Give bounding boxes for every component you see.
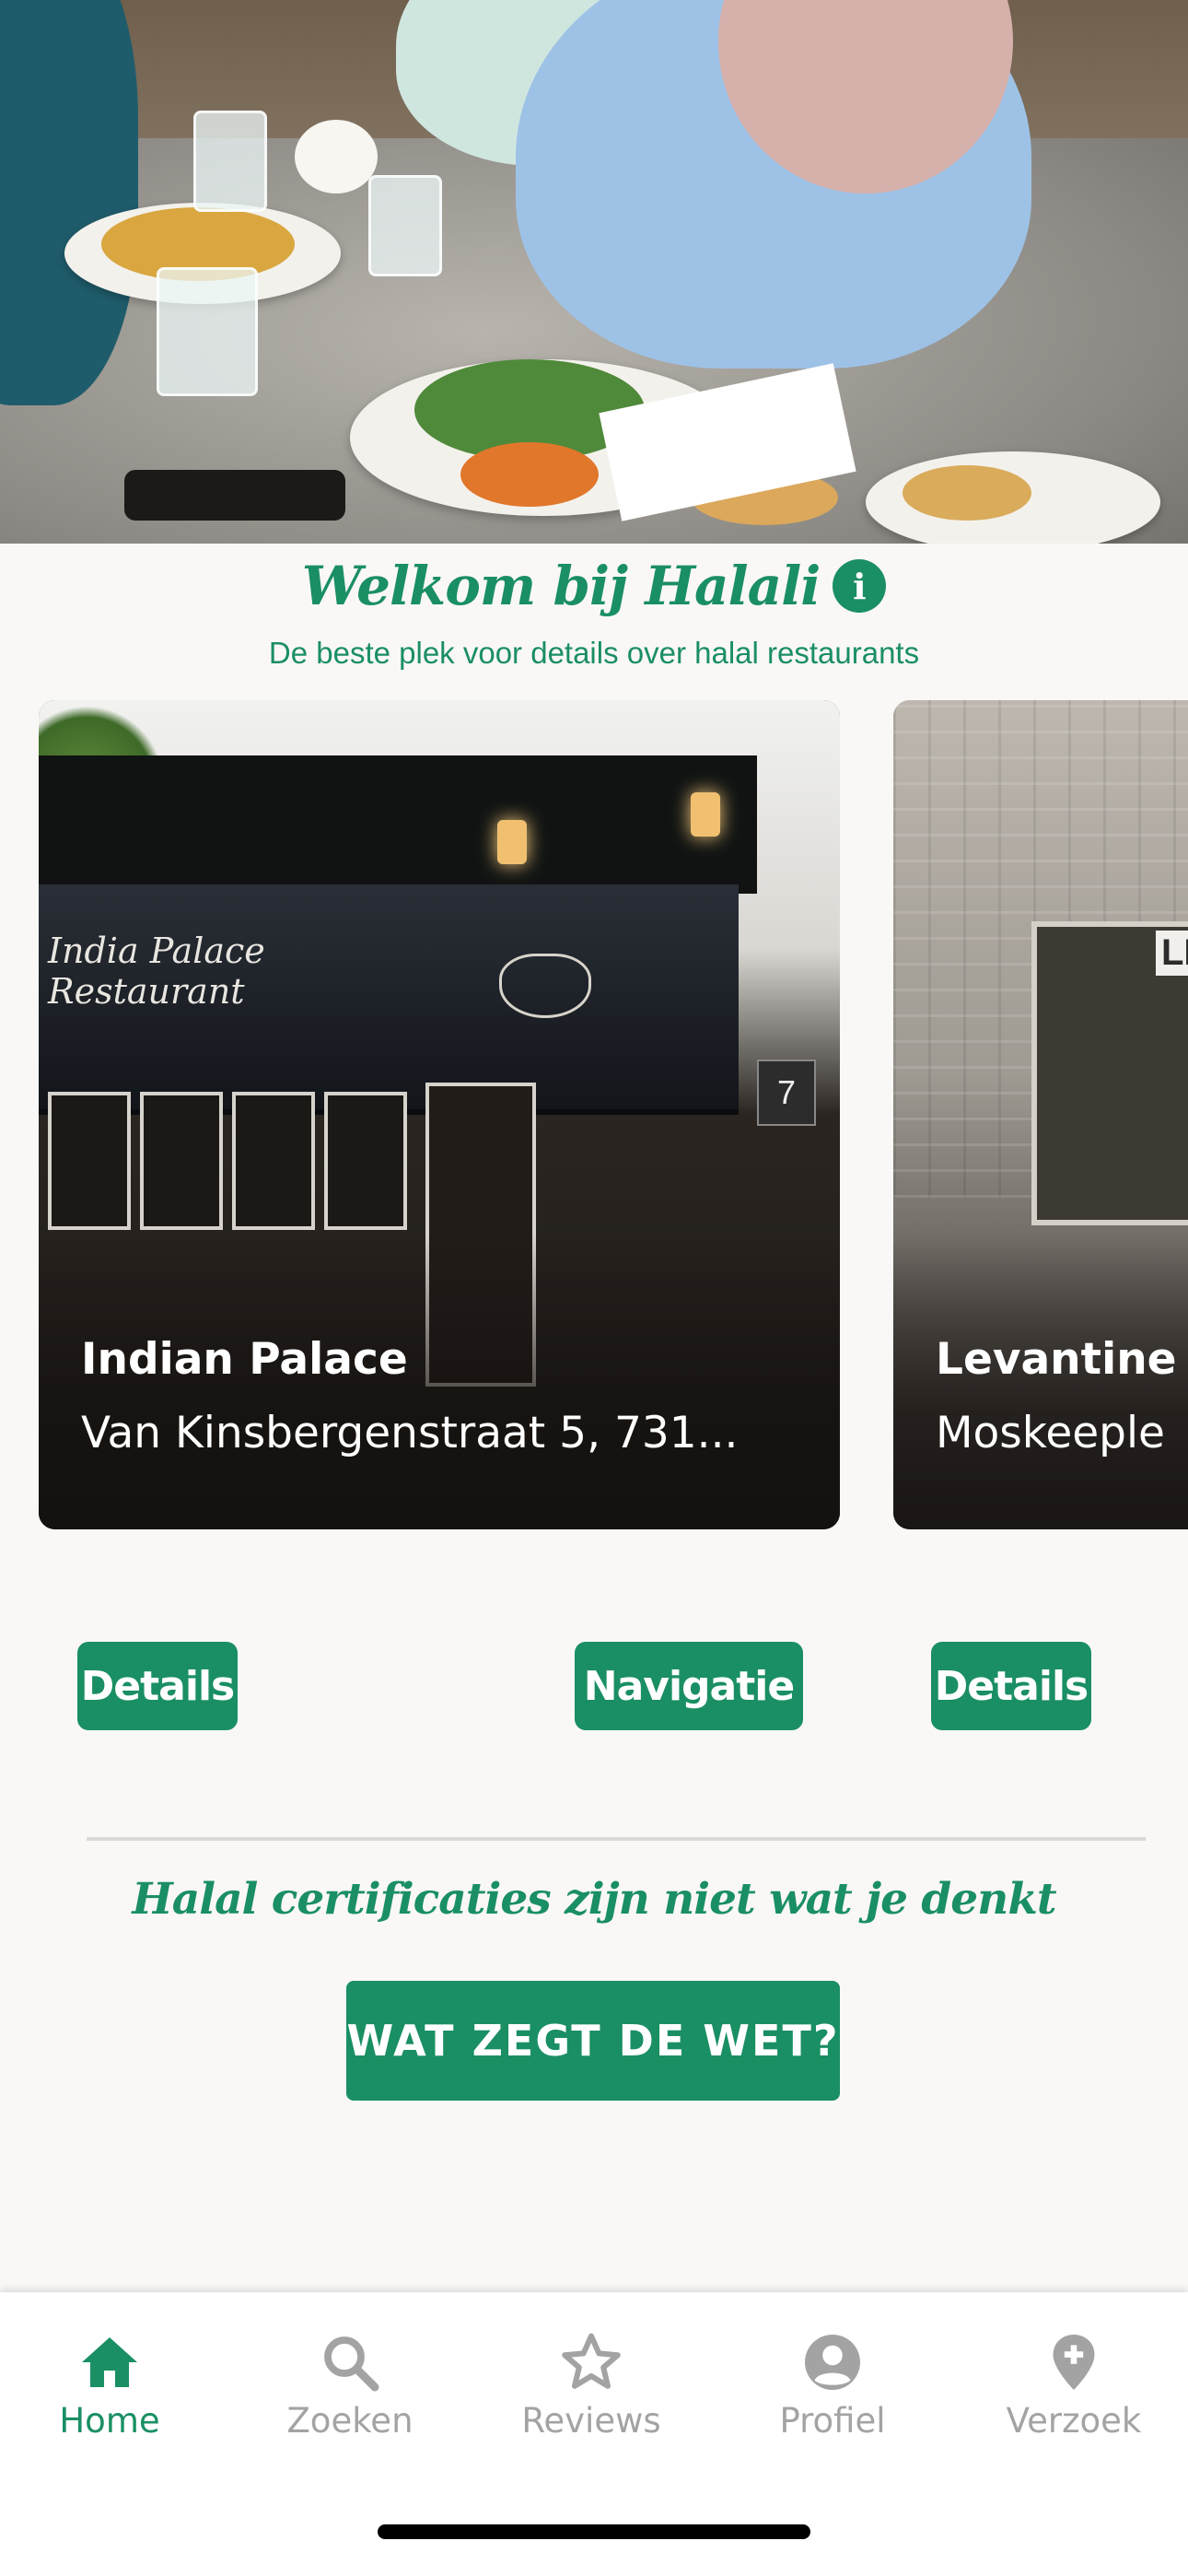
welcome-subtitle: De beste plek voor details over halal re…	[268, 636, 920, 670]
restaurant-card[interactable]: India Palace Restaurant 7 Indian Palace …	[39, 700, 840, 1529]
certification-heading: Halal certificaties zijn niet wat je den…	[132, 1874, 1056, 1925]
hero-image	[0, 0, 1188, 544]
restaurant-sign: India Palace Restaurant	[48, 931, 265, 1012]
restaurant-address: Moskeeple	[936, 1408, 1165, 1458]
nav-item-reviews[interactable]: Reviews	[490, 2329, 693, 2441]
welcome-title: Welkom bij Halali	[301, 555, 821, 617]
restaurant-card[interactable]: LE Levantine Moskeeple	[893, 700, 1188, 1529]
nav-label-profile: Profiel	[779, 2401, 886, 2441]
restaurant-photo: India Palace Restaurant 7	[39, 700, 840, 1529]
restaurant-name: Levantine	[936, 1334, 1177, 1385]
star-icon	[562, 2333, 621, 2389]
navigation-button[interactable]: Navigatie	[575, 1642, 803, 1730]
nav-label-request: Verzoek	[1006, 2401, 1142, 2441]
welcome-header: Welkom bij Halali i	[0, 549, 1188, 623]
nav-item-home[interactable]: Home	[8, 2329, 211, 2441]
nav-item-profile[interactable]: Profiel	[731, 2329, 934, 2441]
profile-icon	[805, 2335, 860, 2390]
nav-label-home: Home	[59, 2401, 160, 2441]
law-info-button[interactable]: WAT ZEGT DE WET?	[346, 1981, 840, 2101]
search-icon	[324, 2336, 379, 2392]
home-screen: Welkom bij Halali i De beste plek voor d…	[0, 0, 1188, 2576]
home-indicator	[378, 2524, 810, 2539]
location-add-icon	[1053, 2335, 1095, 2390]
nav-label-search: Zoeken	[286, 2401, 413, 2441]
restaurant-name: Indian Palace	[81, 1334, 408, 1385]
nav-item-search[interactable]: Zoeken	[249, 2329, 451, 2441]
restaurant-sign: LE	[1156, 931, 1188, 976]
details-button[interactable]: Details	[931, 1642, 1091, 1730]
nav-item-request[interactable]: Verzoek	[973, 2329, 1175, 2441]
house-number: 7	[757, 1060, 816, 1126]
home-icon	[82, 2337, 137, 2387]
restaurant-photo: LE	[893, 700, 1188, 1529]
section-divider	[87, 1837, 1146, 1841]
info-icon[interactable]: i	[833, 559, 887, 613]
details-button[interactable]: Details	[77, 1642, 238, 1730]
restaurant-address: Van Kinsbergenstraat 5, 731...	[81, 1408, 739, 1458]
nav-label-reviews: Reviews	[521, 2401, 661, 2441]
